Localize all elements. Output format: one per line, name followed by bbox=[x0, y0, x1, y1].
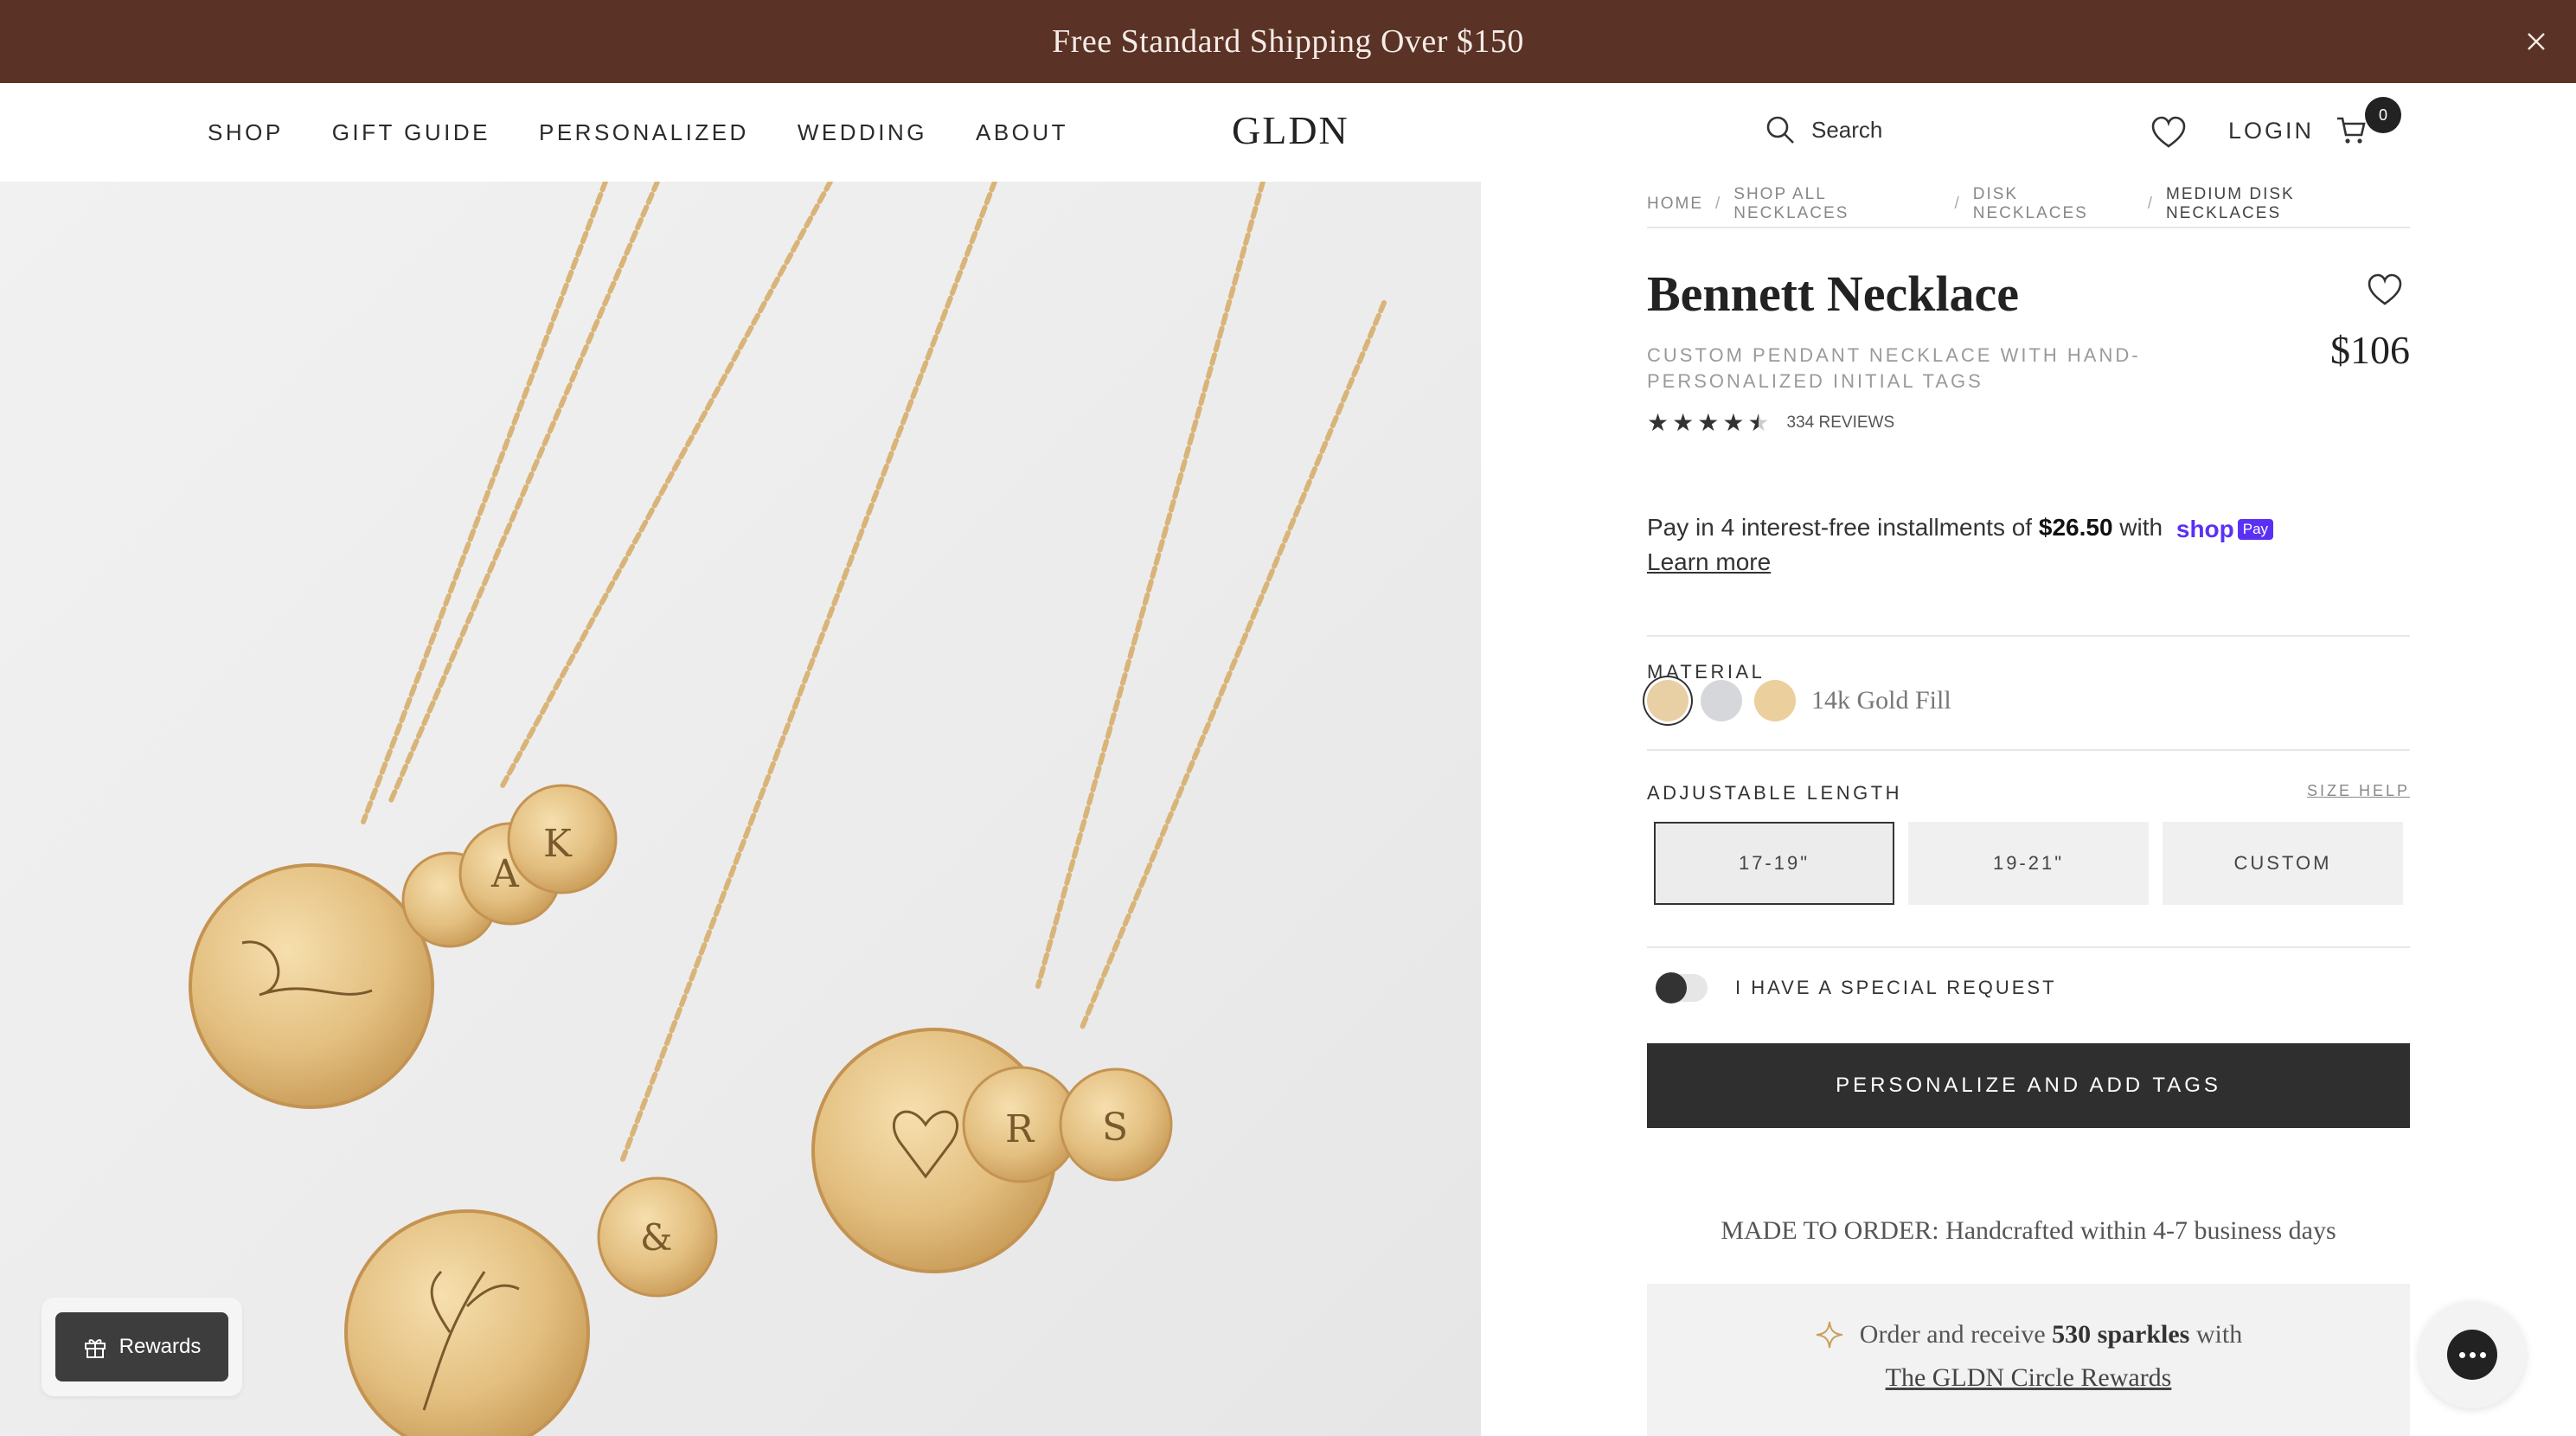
nav-personalized[interactable]: PERSONALIZED bbox=[539, 119, 749, 146]
logo[interactable]: GLDN bbox=[1232, 107, 1349, 153]
shop-pay-logo: shop Pay bbox=[2176, 515, 2274, 543]
breadcrumb-home[interactable]: HOME bbox=[1647, 195, 1703, 214]
shop-pay-word: shop bbox=[2176, 515, 2234, 542]
rewards-promo: Order and receive 530 sparkles with The … bbox=[1647, 1284, 2410, 1436]
half-star-icon: ★ bbox=[1747, 409, 1770, 436]
star-icon: ★ bbox=[1647, 409, 1669, 436]
swatch-gold[interactable] bbox=[1754, 680, 1796, 721]
cart-button[interactable] bbox=[2336, 116, 2367, 150]
length-option-19-21[interactable]: 19-21" bbox=[1908, 822, 2149, 905]
breadcrumb-current: MEDIUM DISK NECKLACES bbox=[2166, 185, 2295, 222]
svg-text:K: K bbox=[543, 822, 573, 866]
main-nav: SHOP GIFT GUIDE PERSONALIZED WEDDING ABO… bbox=[208, 83, 1068, 182]
installments-text: Pay in 4 interest-free installments of $… bbox=[1647, 514, 2274, 543]
product-wishlist-button[interactable] bbox=[2367, 273, 2403, 311]
learn-more-link[interactable]: Learn more bbox=[1647, 548, 1771, 576]
chat-icon bbox=[2447, 1330, 2497, 1380]
star-icon: ★ bbox=[1697, 409, 1720, 436]
size-help-link[interactable]: SIZE HELP bbox=[2307, 782, 2410, 800]
breadcrumb-disk-necklaces[interactable]: DISK NECKLACES bbox=[1973, 185, 2136, 223]
sparkles-text: Order and receive 530 sparkles with bbox=[1647, 1320, 2410, 1349]
divider bbox=[1647, 749, 2410, 751]
personalize-button[interactable]: PERSONALIZE AND ADD TAGS bbox=[1647, 1043, 2410, 1128]
selected-material-label: 14k Gold Fill bbox=[1811, 686, 1951, 715]
installments-amount: $26.50 bbox=[2038, 514, 2113, 541]
svg-text:&: & bbox=[640, 1216, 672, 1259]
gift-icon bbox=[84, 1339, 106, 1358]
sparkles-suffix: with bbox=[2195, 1320, 2243, 1349]
breadcrumb-shop-all-necklaces[interactable]: SHOP ALL NECKLACES bbox=[1733, 185, 1942, 223]
svg-text:R: R bbox=[1005, 1107, 1035, 1151]
rewards-button[interactable]: Rewards bbox=[55, 1312, 228, 1382]
announcement-bar: Free Standard Shipping Over $150 bbox=[0, 0, 2576, 83]
heart-icon bbox=[2151, 116, 2186, 148]
sparkle-icon bbox=[1816, 1321, 1842, 1349]
product-subtitle: CUSTOM PENDANT NECKLACE WITH HAND-PERSON… bbox=[1647, 344, 2141, 392]
material-swatches: 14k Gold Fill bbox=[1647, 680, 1951, 721]
chat-dot bbox=[2469, 1351, 2476, 1358]
breadcrumb-separator: / bbox=[2147, 195, 2155, 213]
svg-text:S: S bbox=[1102, 1106, 1128, 1150]
nav-gift-guide[interactable]: GIFT GUIDE bbox=[332, 119, 490, 146]
nav-wedding[interactable]: WEDDING bbox=[798, 119, 927, 146]
installments-with: with bbox=[2119, 514, 2163, 541]
search-icon bbox=[1766, 116, 1794, 144]
breadcrumb-separator: / bbox=[1954, 195, 1961, 213]
close-announcement-button[interactable] bbox=[2519, 24, 2554, 59]
rating[interactable]: ★ ★ ★ ★ ★ 334 REVIEWS bbox=[1647, 408, 1894, 437]
installments-prefix: Pay in 4 interest-free installments of bbox=[1647, 514, 2033, 541]
site-header: SHOP GIFT GUIDE PERSONALIZED WEDDING ABO… bbox=[0, 83, 2576, 182]
special-request-toggle[interactable] bbox=[1656, 972, 1708, 1003]
divider bbox=[1647, 946, 2410, 948]
chat-dot bbox=[2458, 1351, 2465, 1358]
special-request-row: I HAVE A SPECIAL REQUEST bbox=[1656, 972, 2057, 1003]
toggle-knob bbox=[1656, 972, 1687, 1003]
product-price: $106 bbox=[2330, 328, 2410, 372]
sparkles-prefix: Order and receive bbox=[1859, 1320, 2046, 1349]
heart-icon bbox=[2368, 273, 2402, 305]
shop-pay-badge: Pay bbox=[2237, 518, 2274, 540]
nav-about[interactable]: ABOUT bbox=[976, 119, 1068, 146]
divider bbox=[1647, 227, 2410, 228]
rewards-label: Rewards bbox=[119, 1335, 202, 1358]
star-icon: ★ bbox=[1672, 409, 1695, 436]
search-button[interactable]: Search bbox=[1765, 114, 1882, 145]
search-label: Search bbox=[1811, 116, 1883, 143]
chat-button[interactable] bbox=[2419, 1301, 2526, 1408]
chat-dot bbox=[2479, 1351, 2486, 1358]
product-image[interactable]: A K & R S bbox=[0, 182, 1481, 1436]
close-icon bbox=[2528, 33, 2545, 50]
swatch-silver[interactable] bbox=[1701, 680, 1742, 721]
svg-text:A: A bbox=[490, 852, 520, 896]
divider bbox=[1647, 635, 2410, 637]
product-title: Bennett Necklace bbox=[1647, 266, 2020, 322]
sparkles-amount: 530 sparkles bbox=[2052, 1320, 2190, 1349]
login-link[interactable]: LOGIN bbox=[2228, 118, 2314, 144]
reviews-link[interactable]: 334 REVIEWS bbox=[1787, 413, 1895, 433]
length-label: ADJUSTABLE LENGTH bbox=[1647, 782, 1903, 804]
swatch-gold-fill[interactable] bbox=[1647, 680, 1688, 721]
nav-shop[interactable]: SHOP bbox=[208, 119, 284, 146]
special-request-label: I HAVE A SPECIAL REQUEST bbox=[1735, 977, 2057, 998]
breadcrumb: HOME / SHOP ALL NECKLACES / DISK NECKLAC… bbox=[1647, 182, 2410, 227]
gldn-circle-rewards-link[interactable]: The GLDN Circle Rewards bbox=[1647, 1363, 2410, 1393]
rewards-widget: Rewards bbox=[42, 1298, 242, 1396]
breadcrumb-separator: / bbox=[1715, 195, 1722, 213]
wishlist-button[interactable] bbox=[2150, 116, 2187, 153]
cart-count-badge: 0 bbox=[2365, 97, 2401, 133]
product-photo: A K & R S bbox=[189, 182, 1387, 1436]
length-option-17-19[interactable]: 17-19" bbox=[1654, 822, 1894, 905]
length-option-custom[interactable]: CUSTOM bbox=[2163, 822, 2403, 905]
length-options: 17-19" 19-21" CUSTOM bbox=[1654, 822, 2403, 905]
made-to-order-text: MADE TO ORDER: Handcrafted within 4-7 bu… bbox=[1721, 1216, 2336, 1245]
star-icon: ★ bbox=[1722, 409, 1745, 436]
cart-icon bbox=[2337, 117, 2366, 144]
announcement-text: Free Standard Shipping Over $150 bbox=[1052, 23, 1524, 60]
